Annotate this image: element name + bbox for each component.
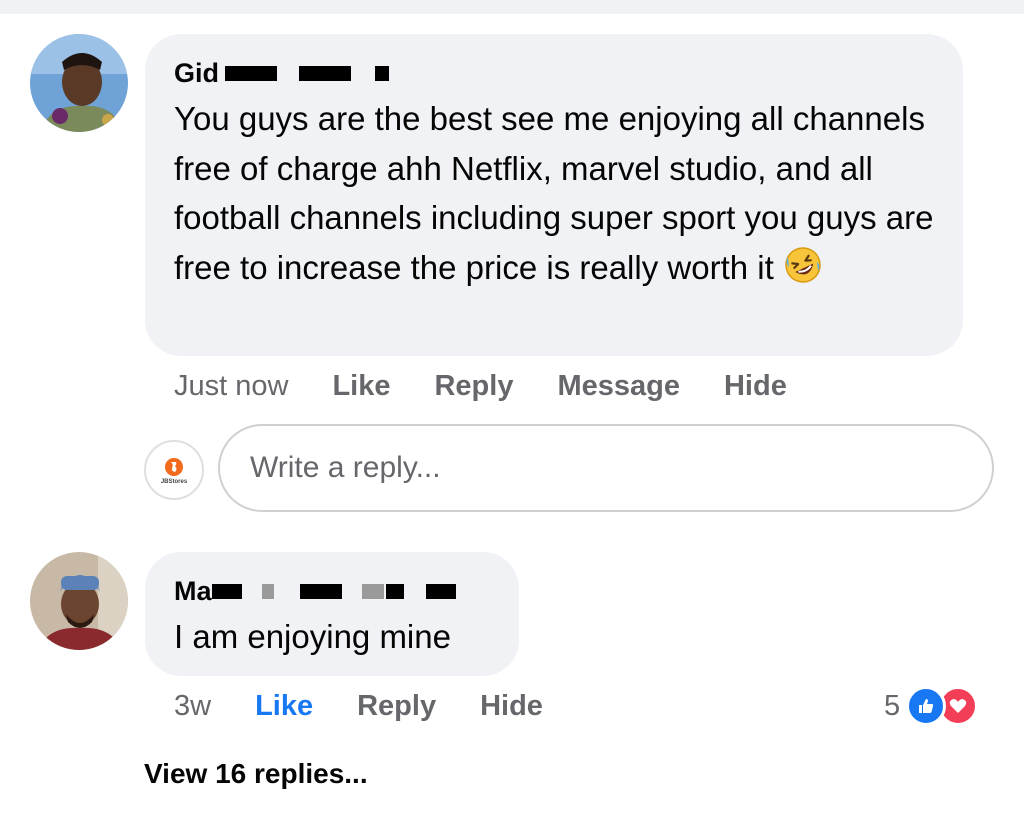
comment-timestamp: 3w [174,690,212,722]
view-replies-link[interactable]: View 16 replies... [144,758,368,790]
message-button[interactable]: Message [557,370,680,403]
reaction-summary[interactable]: 5 [884,686,979,726]
redacted-name [299,66,351,81]
comment-author[interactable]: Ma [174,576,456,607]
comment-text: I am enjoying mine [174,618,451,655]
comment-actions: 3w Like Reply Hide [174,690,587,723]
redacted-name [361,584,384,599]
like-button[interactable]: Like [255,690,313,723]
comment-timestamp: Just now [174,370,289,402]
hide-button[interactable]: Hide [724,370,787,403]
redacted-name [225,66,277,81]
redacted-name [261,584,274,599]
reply-input[interactable]: Write a reply... [218,424,994,512]
redacted-name [385,584,404,599]
commenter-avatar[interactable] [30,34,128,132]
top-divider [0,0,1024,14]
redacted-name [299,584,342,599]
commenter-avatar[interactable] [30,552,128,650]
hide-button[interactable]: Hide [480,690,543,723]
comment-actions: Just now Like Reply Message Hide [174,370,831,403]
like-button[interactable]: Like [332,370,390,403]
page-logo-text: JBStores [160,478,188,485]
page-logo-icon [165,457,183,476]
reply-placeholder: Write a reply... [250,451,441,484]
reply-button[interactable]: Reply [434,370,513,403]
reply-button[interactable]: Reply [357,690,436,723]
rolling-on-floor-laughing-emoji [783,245,823,285]
redacted-name [211,584,242,599]
comment-author[interactable]: Gid [174,58,389,89]
redacted-name [375,66,389,81]
page-avatar[interactable]: JBStores [144,440,204,500]
like-icon [906,686,947,726]
reaction-count: 5 [884,689,901,722]
redacted-name [425,584,456,599]
comment-text: You guys are the best see me enjoying al… [174,100,934,286]
